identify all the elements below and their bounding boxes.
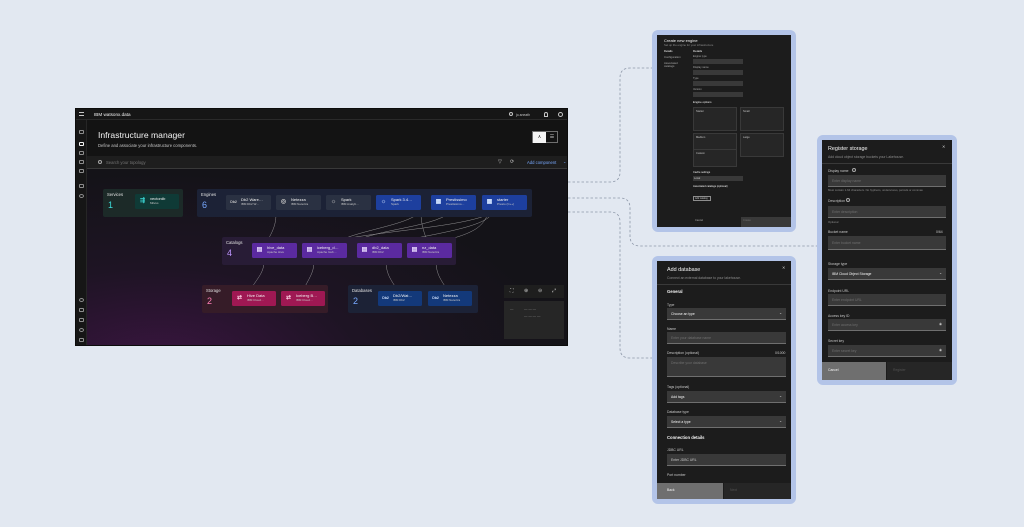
type-field[interactable]: [693, 81, 743, 86]
description-helper: Optional: [828, 220, 839, 224]
bucket-name-input[interactable]: Enter bucket name: [828, 236, 946, 250]
bucket-name-label: Bucket name: [828, 230, 848, 234]
display-name-helper: Must contain 1-64 characters. No hyphens…: [828, 188, 923, 192]
panel-title: Register storage: [828, 146, 868, 152]
description-counter: 0/1000: [775, 351, 786, 355]
description-input[interactable]: Describe your database: [667, 357, 786, 377]
field-label: Type: [693, 77, 699, 80]
add-database-panel: Add database ✕ Connect an external datab…: [657, 261, 791, 499]
nav-item-catalogs[interactable]: Associated catalogs: [664, 61, 688, 69]
view-icon[interactable]: ◉: [939, 348, 942, 352]
access-key-label: Access key ID: [828, 314, 850, 318]
display-name-label: Display name: [828, 169, 849, 173]
create-button[interactable]: Create: [741, 217, 791, 227]
cancel-button[interactable]: Cancel: [822, 362, 886, 380]
name-input[interactable]: Enter your database name: [667, 332, 786, 344]
tile-label: Starter: [696, 110, 704, 113]
panel-nav: Details Configuration Associated catalog…: [663, 47, 688, 207]
next-button[interactable]: Next: [724, 483, 791, 499]
divider: [657, 284, 791, 285]
tile-label: Large: [743, 136, 750, 139]
register-storage-panel: Register storage ✕ Add cloud object stor…: [822, 140, 952, 380]
storage-type-label: Storage type: [828, 262, 848, 266]
divider: [822, 163, 952, 164]
database-type-select[interactable]: Select a type ⌄: [667, 416, 786, 428]
section-title: General: [667, 289, 683, 294]
chevron-down-icon: ⌄: [779, 394, 782, 398]
close-icon[interactable]: ✕: [782, 265, 785, 270]
size-tile-custom[interactable]: Custom: [693, 149, 737, 167]
access-key-input[interactable]: Enter access key ◉: [828, 319, 946, 331]
register-button[interactable]: Register: [887, 362, 952, 380]
name-label: Name: [667, 327, 677, 331]
tile-label: Medium: [696, 136, 706, 139]
storage-type-select[interactable]: IBM Cloud Object Storage ⌄: [828, 268, 946, 280]
secret-key-placeholder: Enter secret key: [832, 349, 857, 353]
tags-select[interactable]: Add tags ⌄: [667, 391, 786, 403]
tile-label: Custom: [696, 152, 705, 155]
close-icon[interactable]: ✕: [942, 144, 945, 149]
database-type-value: Select a type: [671, 420, 691, 424]
associated-catalogs-heading: Associated catalogs (optional): [693, 185, 728, 188]
description-input[interactable]: Enter description: [828, 206, 946, 218]
endpoint-label: Endpoint URL: [828, 289, 850, 293]
cancel-button[interactable]: Cancel: [693, 217, 739, 227]
cache-heading: Cache settings: [693, 171, 711, 174]
cache-field[interactable]: Local: [693, 176, 743, 181]
back-button[interactable]: Back: [657, 483, 723, 499]
display-name-field[interactable]: [693, 70, 743, 75]
chevron-down-icon: ⌄: [779, 419, 782, 423]
description-label: Description (optional): [667, 351, 700, 355]
storage-type-value: IBM Cloud Object Storage: [832, 272, 872, 276]
add-catalog-button[interactable]: Add catalog: [693, 196, 711, 201]
jdbc-input[interactable]: Enter JDBC URL: [667, 454, 786, 466]
tile-label: Small: [743, 110, 750, 113]
field-label: Engine type: [693, 55, 707, 58]
port-label: Port number: [667, 473, 686, 477]
chevron-down-icon: ⌄: [939, 271, 942, 275]
size-tile-starter[interactable]: Starter: [693, 107, 737, 131]
size-tile-small[interactable]: Small: [740, 107, 784, 131]
bucket-name-counter: 0/64: [936, 230, 943, 234]
panel-subtitle: Add cloud object storage buckets your La…: [828, 155, 904, 159]
chevron-down-icon: ⌄: [779, 311, 782, 315]
type-select[interactable]: Choose an type ⌄: [667, 308, 786, 320]
jdbc-label: JDBC URL: [667, 448, 684, 452]
description-label: Description: [828, 199, 845, 203]
view-icon[interactable]: ◉: [939, 322, 942, 326]
tags-label: Tags (optional): [667, 385, 690, 389]
display-name-input[interactable]: Enter display name: [828, 175, 946, 187]
endpoint-input[interactable]: Enter endpoint URL: [828, 294, 946, 306]
info-icon[interactable]: [846, 198, 850, 202]
nav-item-details[interactable]: Details: [664, 49, 673, 53]
secret-key-input[interactable]: Enter secret key ◉: [828, 345, 946, 357]
nav-item-configuration[interactable]: Configuration: [664, 55, 681, 59]
size-tile-large[interactable]: Large: [740, 133, 784, 157]
options-heading: Engine options: [693, 100, 712, 104]
field-label: Display name: [693, 66, 709, 69]
database-type-label: Database type: [667, 410, 689, 414]
engine-type-field[interactable]: [693, 59, 743, 64]
panel-subtitle: Connect an external database to your lak…: [667, 276, 741, 280]
version-field[interactable]: [693, 92, 743, 97]
type-select-value: Choose an type: [671, 312, 695, 316]
secret-key-label: Secret key: [828, 339, 845, 343]
info-icon[interactable]: [852, 168, 856, 172]
create-engine-panel: Create new engine Set up the engine for …: [657, 35, 791, 227]
tags-select-value: Add tags: [671, 395, 685, 399]
access-key-placeholder: Enter access key: [832, 323, 858, 327]
field-label: Version: [693, 88, 702, 91]
section-title: Details: [693, 49, 703, 53]
panel-title: Add database: [667, 267, 701, 273]
connection-details-heading: Connection details: [667, 435, 705, 440]
type-label: Type: [667, 303, 675, 307]
